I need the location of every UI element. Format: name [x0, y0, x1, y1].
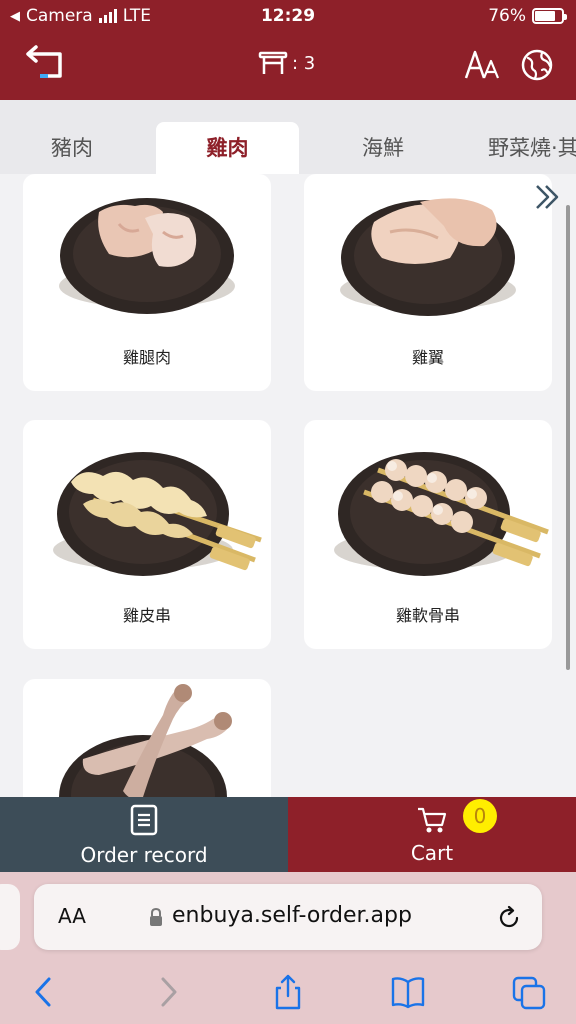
- reader-aa-button[interactable]: AA: [58, 904, 86, 928]
- menu-card[interactable]: [23, 679, 271, 798]
- language-globe-icon[interactable]: [520, 48, 554, 82]
- category-tabs: 豬肉 雞肉 海鮮 野菜燒·其: [0, 100, 576, 174]
- order-record-label: Order record: [80, 843, 208, 867]
- app-header: ◀ Camera LTE 12:29 76% : 3: [0, 0, 576, 100]
- browser-back-icon[interactable]: [27, 974, 61, 1010]
- dish-photo: [59, 684, 232, 798]
- lock-icon: [150, 907, 162, 926]
- address-bar[interactable]: AA enbuya.self-order.app: [34, 884, 542, 950]
- document-icon: [130, 804, 158, 836]
- back-icon[interactable]: [24, 44, 68, 84]
- menu-item-name: 雞翼: [411, 348, 444, 367]
- bookmarks-icon[interactable]: [391, 974, 425, 1010]
- order-record-button[interactable]: Order record: [0, 797, 288, 872]
- battery-icon: [532, 8, 567, 24]
- browser-chrome: AA enbuya.self-order.app: [0, 872, 576, 1024]
- menu-grid: 雞腿肉 雞翼 雞皮串 雞軟骨串: [0, 174, 576, 798]
- tab-pork[interactable]: 豬肉: [0, 122, 144, 174]
- table-icon: [258, 51, 288, 74]
- cart-icon: [418, 807, 447, 833]
- font-size-icon[interactable]: [464, 48, 500, 82]
- menu-card[interactable]: 雞軟骨串: [304, 420, 552, 649]
- tabs-icon[interactable]: [512, 974, 546, 1010]
- cart-count-badge: 0: [463, 799, 497, 833]
- menu-card[interactable]: 雞腿肉: [23, 174, 271, 391]
- scrollbar[interactable]: [566, 205, 570, 670]
- dish-photo: [53, 452, 262, 576]
- dish-photo: [59, 198, 235, 314]
- battery-percent: 76%: [488, 6, 526, 26]
- tab-chicken[interactable]: 雞肉: [156, 122, 299, 174]
- tab-seafood[interactable]: 海鮮: [312, 122, 454, 174]
- table-indicator: : 3: [258, 50, 315, 76]
- reload-icon[interactable]: [496, 905, 522, 931]
- dish-photo: [334, 452, 549, 576]
- menu-card[interactable]: 雞皮串: [23, 420, 271, 649]
- menu-card[interactable]: 雞翼: [304, 174, 552, 391]
- cart-button[interactable]: Cart: [288, 797, 576, 872]
- cart-label: Cart: [410, 841, 454, 865]
- url-text[interactable]: enbuya.self-order.app: [172, 903, 412, 928]
- previous-tab-peek[interactable]: [0, 884, 20, 950]
- browser-forward-icon[interactable]: [151, 974, 185, 1010]
- dish-photo: [340, 198, 516, 316]
- tab-vegetables[interactable]: 野菜燒·其: [480, 122, 576, 174]
- menu-item-name: 雞腿肉: [122, 348, 171, 367]
- menu-item-name: 雞皮串: [122, 606, 171, 625]
- status-bar: ◀ Camera LTE 12:29 76%: [0, 0, 576, 34]
- double-chevron-right-icon[interactable]: [532, 182, 562, 212]
- menu-item-name: 雞軟骨串: [395, 606, 460, 625]
- share-icon[interactable]: [271, 974, 305, 1010]
- table-number: : 3: [292, 52, 316, 74]
